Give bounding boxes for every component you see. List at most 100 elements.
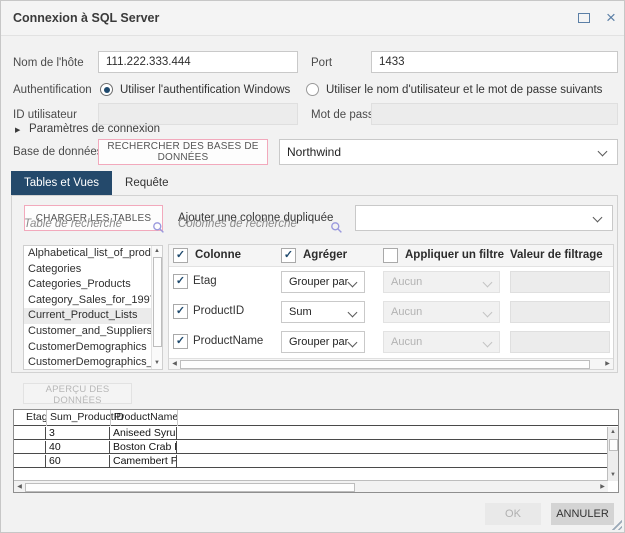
list-item[interactable]: Category_Sales_for_1997 <box>24 293 151 309</box>
aggregate-select-value: Grouper par <box>289 272 348 292</box>
cell-sum-productid: 40 <box>46 441 110 454</box>
filter-value-input-disabled <box>510 331 610 353</box>
filter-select-disabled: Aucun <box>383 331 500 353</box>
list-item[interactable]: Categories <box>24 262 151 278</box>
password-input <box>371 103 618 125</box>
radio-windows-auth-label[interactable]: Utiliser l'authentification Windows <box>120 84 290 96</box>
checkbox-checked[interactable]: ✓ <box>173 304 188 319</box>
scroll-down-icon[interactable]: ▼ <box>152 358 162 369</box>
scroll-left-icon[interactable]: ◀ <box>169 359 180 369</box>
aggregate-select[interactable]: Grouper par <box>281 331 365 353</box>
column-separator <box>110 410 111 426</box>
cancel-button[interactable]: ANNULER <box>551 503 614 525</box>
column-separator <box>177 410 178 426</box>
tab-query[interactable]: Requête <box>112 171 181 195</box>
column-name: ProductName <box>193 335 263 347</box>
scroll-right-icon[interactable]: ▶ <box>597 482 608 492</box>
checkbox-aggregate-checked[interactable]: ✓ <box>281 248 296 263</box>
cell-sum-productid: 60 <box>46 455 110 468</box>
host-input[interactable] <box>98 51 298 73</box>
close-icon[interactable]: × <box>600 6 622 30</box>
aggregate-select[interactable]: Grouper par <box>281 271 365 293</box>
filter-select-disabled: Aucun <box>383 301 500 323</box>
table-search-input[interactable] <box>24 218 149 230</box>
chevron-down-icon <box>483 308 493 318</box>
table-row[interactable]: 40 Boston Crab Meat <box>14 441 607 454</box>
radio-credentials-auth[interactable] <box>306 83 319 96</box>
scroll-down-icon[interactable]: ▼ <box>608 470 618 481</box>
expander-icon[interactable]: ▶ <box>15 124 20 138</box>
scroll-left-icon[interactable]: ◀ <box>14 482 25 492</box>
list-item[interactable]: Customer_and_Suppliers_by_Cit <box>24 324 151 340</box>
cell-etag <box>14 455 46 468</box>
connection-params-expander[interactable]: Paramètres de connexion <box>29 123 160 135</box>
column-separator <box>46 410 47 426</box>
list-item[interactable]: CustomerDemographics <box>24 340 151 356</box>
scrollbar-thumb[interactable] <box>153 257 162 347</box>
host-label: Nom de l'hôte <box>13 57 84 69</box>
columns-grid-hscrollbar[interactable]: ◀ ▶ <box>169 358 613 369</box>
cell-etag <box>14 441 46 454</box>
filter-value-input-disabled <box>510 301 610 323</box>
scrollbar-thumb[interactable] <box>25 483 355 492</box>
database-select[interactable]: Northwind <box>279 139 618 165</box>
list-item[interactable]: Alphabetical_list_of_products <box>24 246 151 262</box>
data-preview-table: Etag Sum_ProductID ProductName 3 Aniseed… <box>13 409 619 493</box>
checkbox-apply-filter-unchecked[interactable] <box>383 248 398 263</box>
checkbox-checked[interactable]: ✓ <box>173 334 188 349</box>
user-id-label: ID utilisateur <box>13 109 77 121</box>
chevron-down-icon <box>483 278 493 288</box>
aggregate-select-value: Grouper par <box>289 332 348 352</box>
radio-credentials-auth-label[interactable]: Utiliser le nom d'utilisateur et le mot … <box>326 84 602 96</box>
tables-views-panel: CHARGER LES TABLES Ajouter une colonne d… <box>11 195 618 373</box>
tab-bar: Tables et Vues Requête <box>11 171 182 195</box>
preview-col-productname: ProductName <box>114 411 178 423</box>
checkbox-checked[interactable]: ✓ <box>173 274 188 289</box>
tables-list: Alphabetical_list_of_products Categories… <box>23 245 163 370</box>
aggregate-select[interactable]: Sum <box>281 301 365 323</box>
aggregate-header: Agréger <box>303 249 347 261</box>
database-label: Base de données <box>13 146 103 158</box>
columns-search-input[interactable] <box>178 218 323 230</box>
filter-select-value: Aucun <box>391 302 422 322</box>
columns-grid: ✓ Colonne ✓ Agréger Appliquer un filtre … <box>168 244 614 370</box>
chevron-down-icon <box>348 278 358 288</box>
scroll-right-icon[interactable]: ▶ <box>602 359 613 369</box>
scroll-up-icon[interactable]: ▲ <box>608 427 618 438</box>
maximize-icon[interactable] <box>578 13 590 23</box>
table-row[interactable]: 3 Aniseed Syrup <box>14 427 607 440</box>
filter-select-disabled: Aucun <box>383 271 500 293</box>
tables-list-scrollbar[interactable]: ▲ ▼ <box>151 246 162 369</box>
list-item-selected[interactable]: Current_Product_Lists <box>24 308 151 324</box>
port-input[interactable] <box>371 51 618 73</box>
column-row-productname: ✓ ProductName Grouper par Aucun <box>169 327 613 357</box>
port-label: Port <box>311 57 332 69</box>
cell-productname: Aniseed Syrup <box>110 427 177 440</box>
column-row-etag: ✓ Etag Grouper par Aucun <box>169 267 613 297</box>
data-preview-button: APERÇU DES DONNÉES <box>23 383 132 404</box>
duplicate-column-select[interactable] <box>355 205 613 231</box>
search-icon <box>330 221 343 234</box>
search-icon <box>152 221 165 234</box>
search-databases-button[interactable]: RECHERCHER DES BASES DE DONNÉES <box>98 139 268 165</box>
filter-value-input-disabled <box>510 271 610 293</box>
scroll-up-icon[interactable]: ▲ <box>152 246 162 257</box>
radio-windows-auth[interactable] <box>100 83 113 96</box>
cell-productname: Camembert Pierrot <box>110 455 177 468</box>
preview-hscrollbar[interactable]: ◀ ▶ <box>14 480 608 492</box>
table-row[interactable]: 60 Camembert Pierrot <box>14 455 607 468</box>
cell-productname: Boston Crab Meat <box>110 441 177 454</box>
checkbox-column-checked[interactable]: ✓ <box>173 248 188 263</box>
preview-header-row: Etag Sum_ProductID ProductName <box>14 410 618 426</box>
preview-vscrollbar[interactable]: ▲ ▼ <box>607 427 618 481</box>
scrollbar-thumb[interactable] <box>180 360 590 369</box>
dialog-title: Connexion à SQL Server <box>13 1 159 36</box>
filter-select-value: Aucun <box>391 332 422 352</box>
chevron-down-icon <box>598 147 608 157</box>
tab-tables-and-views[interactable]: Tables et Vues <box>11 171 112 195</box>
filter-select-value: Aucun <box>391 272 422 292</box>
scrollbar-thumb[interactable] <box>609 439 618 451</box>
list-item[interactable]: Categories_Products <box>24 277 151 293</box>
column-name: ProductID <box>193 305 244 317</box>
list-item[interactable]: CustomerDemographics_Custor <box>24 355 151 370</box>
